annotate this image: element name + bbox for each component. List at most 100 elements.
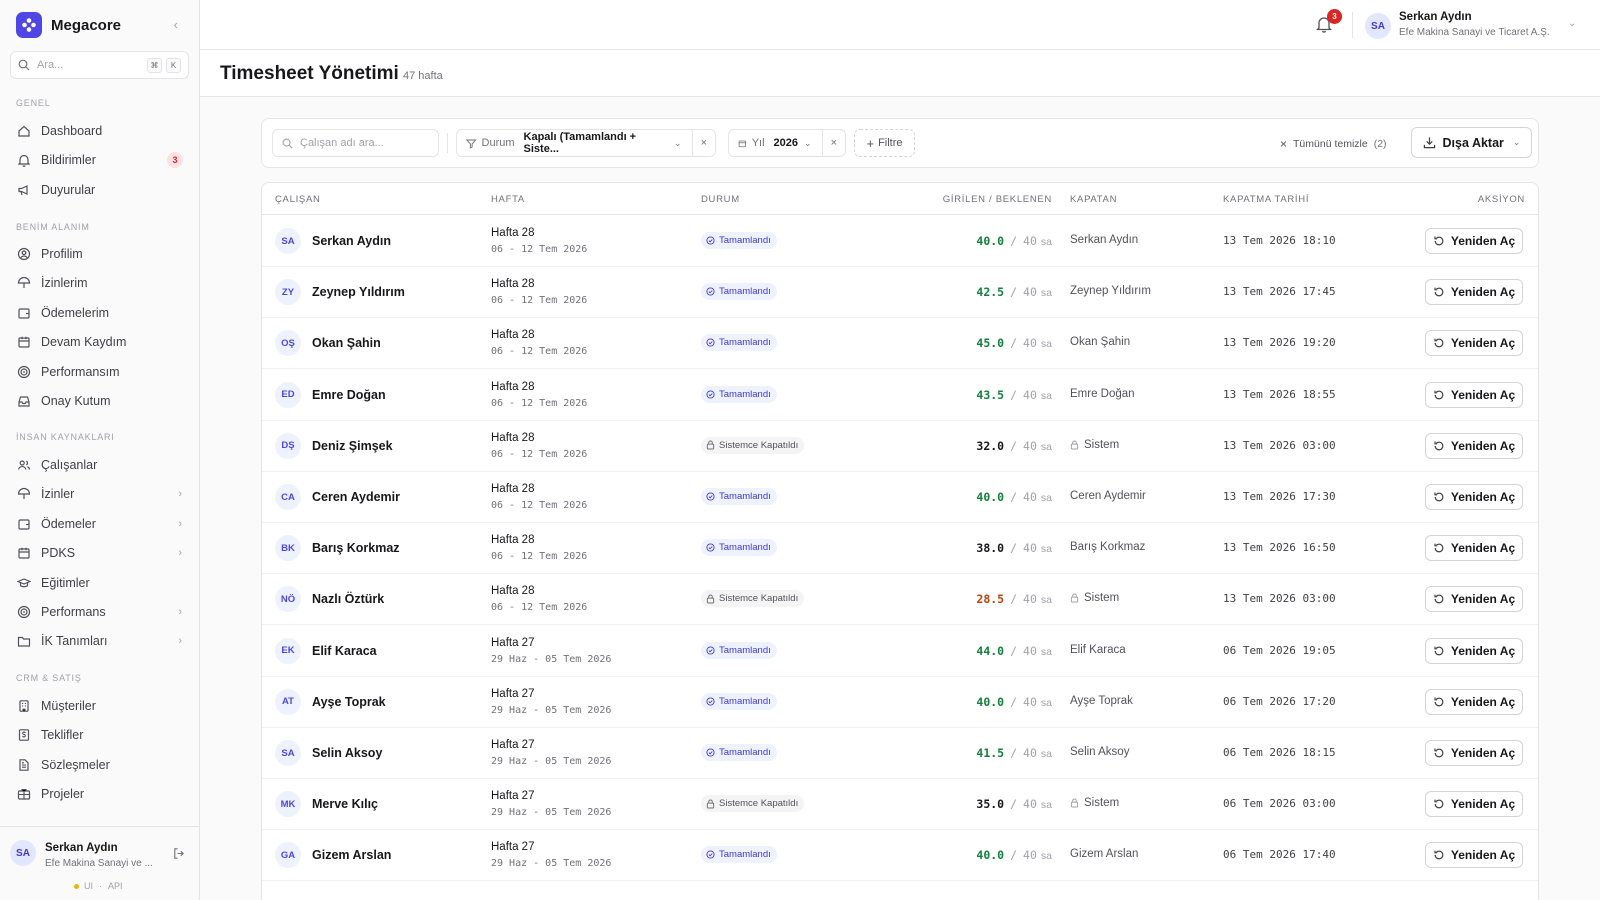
reopen-button[interactable]: Yeniden Aç bbox=[1425, 381, 1523, 408]
sidebar-item-calisanlar[interactable]: Çalışanlar bbox=[10, 452, 190, 478]
reopen-button[interactable]: Yeniden Aç bbox=[1425, 740, 1523, 766]
sidebar-item-egitimler[interactable]: Eğitimler bbox=[10, 570, 190, 596]
sidebar-user[interactable]: SA Serkan Aydın Efe Makina Sanayi ve ...… bbox=[0, 826, 199, 900]
week-range: 06 - 12 Tem 2026 bbox=[491, 551, 588, 563]
employee-name[interactable]: Emre Doğan bbox=[312, 388, 386, 402]
employee-name[interactable]: Ayşe Toprak bbox=[312, 695, 386, 709]
employee-name[interactable]: Elif Karaca bbox=[312, 644, 377, 658]
table-row[interactable]: AT Ayşe Toprak Hafta 27 29 Haz - 05 Tem 202… bbox=[262, 676, 1538, 728]
reopen-button[interactable]: Yeniden Aç bbox=[1425, 637, 1523, 664]
employee-name[interactable]: Gizem Arslan bbox=[312, 848, 391, 862]
employee-name[interactable]: Zeynep Yıldırım bbox=[312, 285, 405, 299]
add-filter-button[interactable]: + Filtre bbox=[854, 129, 915, 157]
employee-name[interactable]: Barış Korkmaz bbox=[312, 541, 400, 555]
column-header-closer[interactable]: KAPATAN bbox=[1070, 194, 1117, 205]
table-row[interactable]: NÖ Nazlı Öztürk Hafta 28 06 - 12 Tem 2026 Si… bbox=[262, 573, 1538, 626]
table-row[interactable]: OŞ Okan Şahin Hafta 28 06 - 12 Tem 2026 Tama… bbox=[262, 317, 1538, 370]
reopen-button[interactable]: Yeniden Aç bbox=[1425, 791, 1523, 818]
table-row[interactable]: GA Gizem Arslan Hafta 27 29 Haz - 05 Tem 20… bbox=[262, 829, 1538, 882]
reopen-button[interactable]: Yeniden Aç bbox=[1425, 330, 1523, 357]
column-header-status[interactable]: DURUM bbox=[701, 194, 740, 205]
employee-search-input[interactable]: Çalışan adı ara... bbox=[272, 129, 439, 157]
column-header-hours[interactable]: GİRİLEN / BEKLENEN bbox=[943, 194, 1052, 205]
check-circle-icon bbox=[706, 338, 715, 347]
column-header-week[interactable]: HAFTA bbox=[491, 194, 525, 205]
table-row[interactable]: MK Merve Kılıç Hafta 27 29 Haz - 05 Tem 202… bbox=[262, 778, 1538, 831]
remove-status-filter-icon[interactable]: × bbox=[691, 130, 715, 156]
sidebar-item-performans[interactable]: Performans › bbox=[10, 599, 190, 625]
year-filter-chip[interactable]: Yıl 2026 ⌄ × bbox=[728, 129, 846, 157]
brand[interactable]: Megacore ‹ bbox=[16, 12, 186, 38]
clear-all-filters-button[interactable]: × Tümünü temizle (2) bbox=[1280, 137, 1387, 151]
closed-at: 13 Tem 2026 18:55 bbox=[1223, 387, 1336, 401]
sidebar-item-odemeler[interactable]: Ödemeler › bbox=[10, 511, 190, 537]
sidebar-item-dashboard[interactable]: Dashboard bbox=[10, 118, 190, 144]
reopen-button[interactable]: Yeniden Aç bbox=[1425, 842, 1523, 869]
employee-name[interactable]: Serkan Aydın bbox=[312, 234, 391, 248]
employee-name[interactable]: Nazlı Öztürk bbox=[312, 592, 384, 606]
column-header-closed-at[interactable]: KAPATMA TARİHİ bbox=[1223, 194, 1309, 205]
employee-name[interactable]: Deniz Şimşek bbox=[312, 439, 393, 453]
status-badge: Tamamlandı bbox=[701, 488, 777, 505]
table-row[interactable]: CA Ceren Aydemir Hafta 28 06 - 12 Tem 2026 T… bbox=[262, 471, 1538, 523]
sidebar-item-devam-kaydim[interactable]: Devam Kaydım bbox=[10, 329, 190, 355]
sidebar-item-performansim[interactable]: Performansım bbox=[10, 359, 190, 385]
reopen-button[interactable]: Yeniden Aç bbox=[1425, 228, 1523, 254]
reopen-button[interactable]: Yeniden Aç bbox=[1425, 535, 1523, 562]
sidebar-item-projeler[interactable]: Projeler bbox=[10, 781, 190, 807]
briefcase-icon bbox=[17, 788, 31, 800]
sidebar-item-onay-kutum[interactable]: Onay Kutum bbox=[10, 388, 190, 414]
status-text: Tamamlandı bbox=[719, 337, 771, 349]
page-title: Timesheet Yönetimi bbox=[220, 63, 399, 84]
remove-year-filter-icon[interactable]: × bbox=[821, 130, 845, 156]
closed-by-name: Emre Doğan bbox=[1070, 387, 1135, 400]
sidebar-item-duyurular[interactable]: Duyurular bbox=[10, 177, 190, 203]
table-row[interactable]: ZY Zeynep Yıldırım Hafta 28 06 - 12 Tem 202… bbox=[262, 266, 1538, 319]
collapse-sidebar-icon[interactable]: ‹ bbox=[174, 17, 178, 32]
sidebar-search-placeholder: Ara... bbox=[37, 59, 64, 71]
page-count: 47 hafta bbox=[403, 70, 443, 82]
export-button[interactable]: Dışa Aktar ⌄ bbox=[1411, 127, 1532, 158]
reopen-button[interactable]: Yeniden Aç bbox=[1425, 484, 1523, 510]
table-row[interactable]: BK Barış Korkmaz Hafta 28 06 - 12 Tem 2026 T… bbox=[262, 522, 1538, 575]
sidebar-item-profilim[interactable]: Profilim bbox=[10, 241, 190, 267]
avatar: BK bbox=[275, 535, 301, 562]
table-row[interactable]: SA Serkan Aydın Hafta 28 06 - 12 Tem 2026 Ta… bbox=[262, 215, 1538, 267]
sidebar-item-bildirimler[interactable]: Bildirimler 3 bbox=[10, 147, 190, 173]
hours-unit: sa bbox=[1040, 287, 1052, 300]
closed-by-name: Barış Korkmaz bbox=[1070, 541, 1146, 554]
reopen-button[interactable]: Yeniden Aç bbox=[1425, 432, 1523, 459]
employee-name[interactable]: Selin Aksoy bbox=[312, 746, 382, 760]
reopen-button[interactable]: Yeniden Aç bbox=[1425, 688, 1523, 715]
employee-name[interactable]: Okan Şahin bbox=[312, 336, 381, 350]
sidebar-item-izinlerim[interactable]: İzinlerim bbox=[10, 270, 190, 296]
avatar: EK bbox=[275, 637, 301, 664]
file-icon bbox=[19, 759, 29, 771]
sidebar-item-odemelerim[interactable]: Ödemelerim bbox=[10, 300, 190, 326]
sidebar-item-label: Duyurular bbox=[41, 183, 96, 197]
timesheet-table: ÇALIŞAN HAFTA DURUM GİRİLEN / BEKLENEN K… bbox=[261, 182, 1539, 900]
year-filter-value: 2026 bbox=[773, 137, 799, 149]
table-row[interactable]: SA Selin Aksoy Hafta 27 29 Haz - 05 Tem 202… bbox=[262, 727, 1538, 779]
table-row[interactable]: ED Emre Doğan Hafta 28 06 - 12 Tem 2026 Tama… bbox=[262, 369, 1538, 421]
logout-icon[interactable] bbox=[172, 847, 185, 863]
table-row[interactable]: DŞ Deniz Şimşek Hafta 28 06 - 12 Tem 2026 Si… bbox=[262, 420, 1538, 472]
sidebar-search-input[interactable]: Ara... ⌘ K bbox=[10, 51, 189, 79]
sidebar-item-musteriler[interactable]: Müşteriler bbox=[10, 693, 190, 719]
table-row[interactable]: EK Elif Karaca Hafta 27 29 Haz - 05 Tem 202… bbox=[262, 625, 1538, 677]
status-filter-chip[interactable]: Durum Kapalı (Tamamlandı + Siste... ⌄ × bbox=[456, 129, 716, 157]
week-label: Hafta 28 bbox=[491, 585, 535, 598]
sidebar-item-izinler[interactable]: İzinler › bbox=[10, 481, 190, 507]
reopen-button[interactable]: Yeniden Aç bbox=[1425, 586, 1523, 613]
chevron-right-icon: › bbox=[178, 518, 182, 530]
sidebar-item-pdks[interactable]: PDKS › bbox=[10, 540, 190, 566]
sidebar-item-label: Profilim bbox=[41, 247, 83, 261]
sidebar-item-ik-tanimlari[interactable]: İK Tanımları › bbox=[10, 628, 190, 654]
sidebar-item-sozlesmeler[interactable]: Sözleşmeler bbox=[10, 752, 190, 778]
sidebar-item-teklifler[interactable]: Teklifler bbox=[10, 722, 190, 748]
column-header-employee[interactable]: ÇALIŞAN bbox=[275, 194, 321, 205]
employee-name[interactable]: Ceren Aydemir bbox=[312, 490, 400, 504]
reopen-button[interactable]: Yeniden Aç bbox=[1425, 279, 1523, 306]
status-badge: Sistemce Kapatıldı bbox=[701, 795, 805, 813]
employee-name[interactable]: Merve Kılıç bbox=[312, 797, 378, 811]
